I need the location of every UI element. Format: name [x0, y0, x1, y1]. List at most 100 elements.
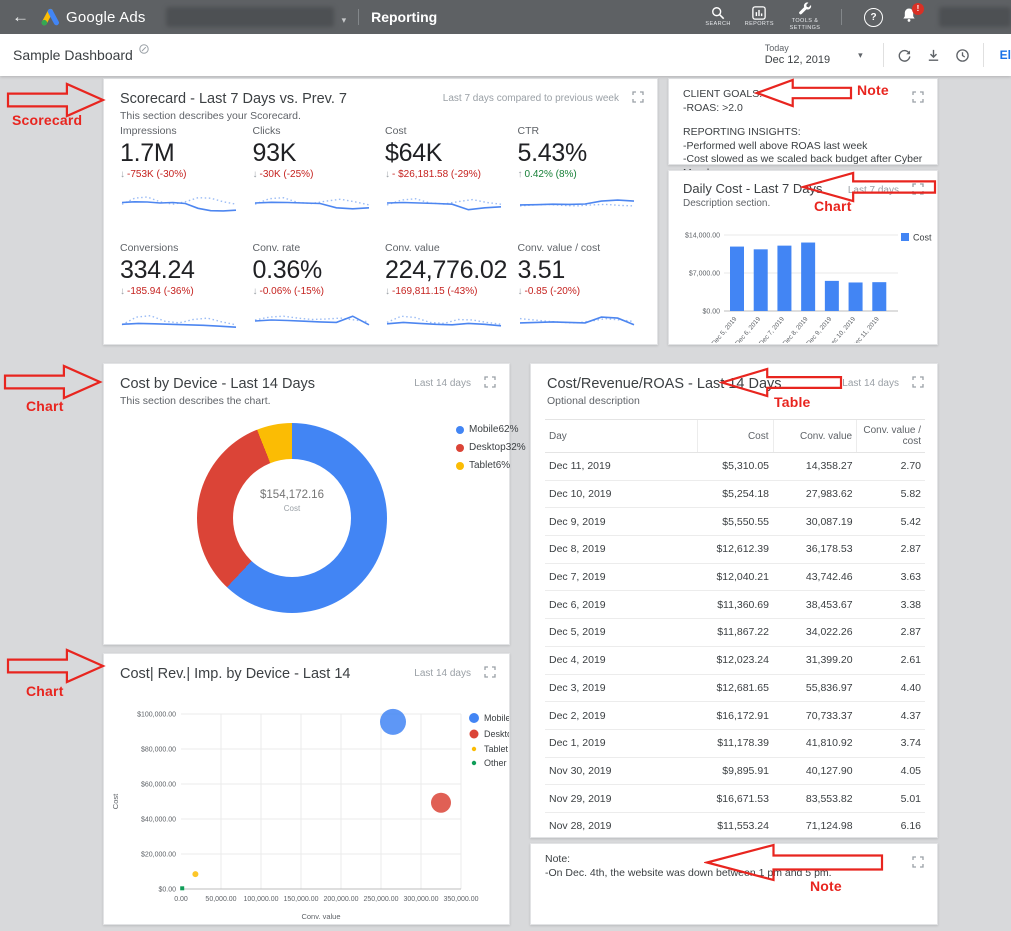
- metric-delta: ↓- $26,181.58 (-29%): [385, 169, 518, 180]
- help-icon: ?: [870, 12, 876, 23]
- table-cell: 30,087.19: [773, 508, 857, 536]
- bar: [849, 282, 863, 311]
- expand-icon[interactable]: [632, 91, 644, 103]
- metric-conv-value-cost: Conv. value / cost3.51↓-0.85 (-20%): [518, 242, 651, 339]
- note-line: -On Dec. 4th, the website was down betwe…: [545, 867, 923, 881]
- table-cell: Dec 10, 2019: [545, 480, 697, 508]
- legend-item-tablet[interactable]: Tablet6%: [456, 460, 506, 471]
- reports-icon: [752, 6, 766, 20]
- table-cell: Dec 7, 2019: [545, 563, 697, 591]
- card-subtitle: This section describes your Scorecard.: [104, 107, 657, 122]
- metric-delta: ↓-0.85 (-20%): [518, 286, 651, 297]
- donut-total-value: $154,172.16: [197, 489, 387, 501]
- table-row: Dec 9, 2019$5,550.5530,087.195.42: [545, 508, 925, 536]
- delta-arrow-icon: ↑: [518, 169, 523, 180]
- reports-nav-button[interactable]: REPORTS: [745, 6, 774, 28]
- back-arrow-icon[interactable]: ←: [12, 7, 29, 27]
- metric-label: Impressions: [120, 125, 253, 137]
- note-text: Note:-On Dec. 4th, the website was down …: [531, 844, 937, 890]
- table-cell: Nov 29, 2019: [545, 785, 697, 813]
- metric-delta: ↓-169,811.15 (-43%): [385, 286, 518, 297]
- notifications-button[interactable]: !: [901, 7, 917, 28]
- legend-item-desktop[interactable]: Desktop32%: [456, 442, 506, 453]
- table-cell: $5,550.55: [697, 508, 773, 536]
- metric-label: Conv. value: [385, 242, 518, 254]
- table-cell: 34,022.26: [773, 619, 857, 647]
- column-header[interactable]: Conv. value: [773, 420, 857, 453]
- tools-settings-nav-button[interactable]: TOOLS & SETTINGS: [788, 2, 822, 31]
- download-button[interactable]: [926, 48, 941, 63]
- metric-delta: ↓-30K (-25%): [253, 169, 386, 180]
- svg-text:Dec 5, 2019: Dec 5, 2019: [711, 315, 739, 343]
- column-header[interactable]: Cost: [697, 420, 773, 453]
- svg-text:$100,000.00: $100,000.00: [137, 712, 176, 719]
- table-cell: $5,254.18: [697, 480, 773, 508]
- metric-sparkline: [120, 304, 238, 334]
- client-goals-note-card: CLIENT GOALS:-ROAS: >2.0REPORTING INSIGH…: [668, 78, 938, 165]
- scatter-point-desktop: [431, 793, 451, 813]
- legend-item-mobile[interactable]: Mobile62%: [456, 424, 506, 435]
- svg-text:$0.00: $0.00: [702, 309, 720, 316]
- table-cell: $11,178.39: [697, 729, 773, 757]
- expand-icon[interactable]: [912, 856, 924, 868]
- table-row: Nov 28, 2019$11,553.2471,124.986.16: [545, 812, 925, 838]
- column-header[interactable]: Conv. value / cost: [857, 420, 925, 453]
- note-line: [683, 116, 923, 126]
- svg-text:$80,000.00: $80,000.00: [141, 747, 176, 754]
- dashboard-toolbar: Sample Dashboard Today Dec 12, 2019 ▾ El: [0, 34, 1011, 76]
- partial-action-button[interactable]: El: [1000, 48, 1011, 62]
- donut-total-label: Cost: [197, 504, 387, 513]
- expand-icon[interactable]: [912, 91, 924, 103]
- edit-pencil-icon[interactable]: [139, 41, 149, 59]
- pie-legend: Mobile62% Desktop32% Tablet6%: [456, 424, 506, 478]
- table-cell: 14,358.27: [773, 453, 857, 481]
- help-button[interactable]: ?: [864, 8, 883, 27]
- table-cell: 70,733.37: [773, 702, 857, 730]
- metric-value: 334.24: [120, 256, 253, 285]
- column-header[interactable]: Day: [545, 420, 697, 453]
- google-ads-logo-icon: [39, 8, 60, 27]
- metric-impressions: Impressions1.7M↓-753K (-30%): [120, 125, 253, 222]
- note-line: -ROAS: >2.0: [683, 102, 923, 116]
- bar: [730, 247, 744, 311]
- table-row: Nov 30, 2019$9,895.9140,127.904.05: [545, 757, 925, 785]
- note-line: CLIENT GOALS:: [683, 88, 923, 102]
- table-row: Dec 5, 2019$11,867.2234,022.262.87: [545, 619, 925, 647]
- expand-icon[interactable]: [484, 376, 496, 388]
- metric-label: Conv. value / cost: [518, 242, 651, 254]
- account-caret-icon[interactable]: ▾: [342, 15, 347, 26]
- table-cell: $12,040.21: [697, 563, 773, 591]
- scorecard-card: Scorecard - Last 7 Days vs. Prev. 7 This…: [103, 78, 658, 345]
- table-row: Dec 6, 2019$11,360.6938,453.673.38: [545, 591, 925, 619]
- table-cell: Dec 3, 2019: [545, 674, 697, 702]
- expand-icon[interactable]: [484, 666, 496, 678]
- refresh-icon: [897, 48, 912, 63]
- expand-icon[interactable]: [912, 183, 924, 195]
- schedule-button[interactable]: [955, 48, 970, 63]
- metric-delta: ↓-185.94 (-36%): [120, 286, 253, 297]
- svg-text:$7,000.00: $7,000.00: [689, 271, 720, 278]
- table-row: Dec 7, 2019$12,040.2143,742.463.63: [545, 563, 925, 591]
- table-row: Dec 1, 2019$11,178.3941,810.923.74: [545, 729, 925, 757]
- search-nav-button[interactable]: SEARCH: [705, 6, 730, 28]
- expand-icon[interactable]: [912, 376, 924, 388]
- date-range-selector[interactable]: Today Dec 12, 2019: [765, 43, 830, 67]
- table-cell: $12,023.24: [697, 646, 773, 674]
- nav-label: SEARCH: [705, 21, 730, 28]
- table-cell: 43,742.46: [773, 563, 857, 591]
- card-subtitle: This section describes the chart.: [104, 392, 509, 407]
- table-cell: 40,127.90: [773, 757, 857, 785]
- table-cell: Dec 1, 2019: [545, 729, 697, 757]
- user-account-redacted[interactable]: [939, 7, 1011, 27]
- legend-dot-icon: [456, 444, 464, 452]
- metric-conv-value: Conv. value224,776.02↓-169,811.15 (-43%): [385, 242, 518, 339]
- legend-dot-icon: [472, 747, 476, 751]
- note-card: Note:-On Dec. 4th, the website was down …: [530, 843, 938, 925]
- annotation-label: Chart: [26, 398, 64, 414]
- account-selector-redacted[interactable]: [166, 7, 334, 27]
- card-subtitle: Description section.: [669, 196, 937, 209]
- table-cell: 3.74: [857, 729, 925, 757]
- divider: [841, 9, 842, 25]
- refresh-button[interactable]: [897, 48, 912, 63]
- date-caret-icon[interactable]: ▾: [858, 50, 863, 61]
